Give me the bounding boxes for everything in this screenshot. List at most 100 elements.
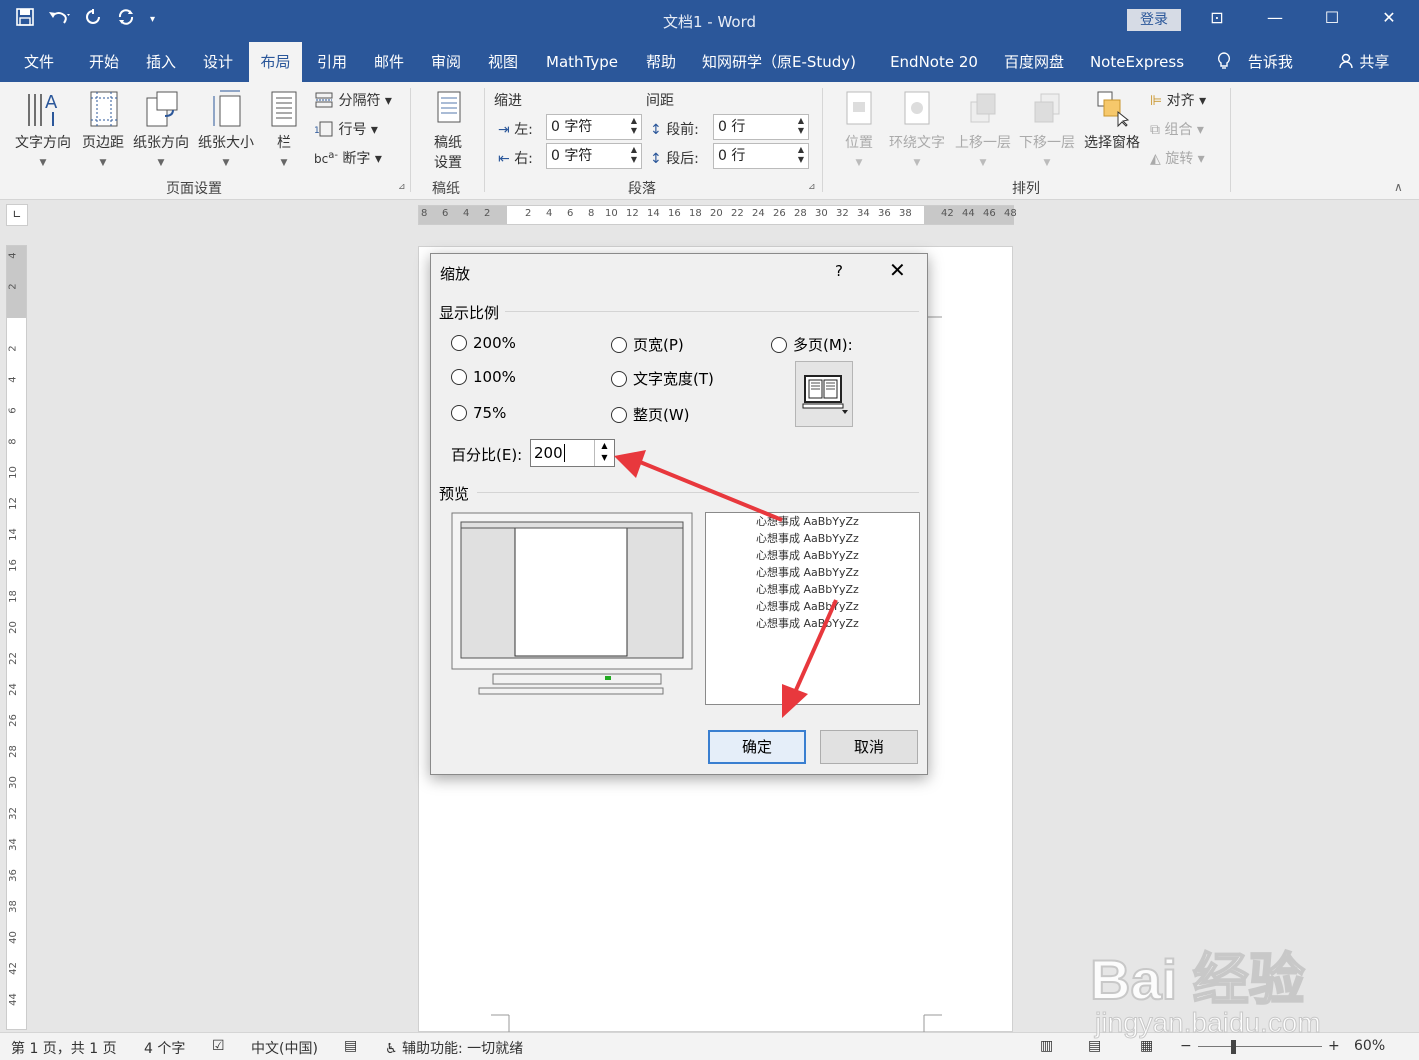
radio-text-width[interactable]: 文字宽度(T): [611, 368, 714, 389]
paragraph-launcher-icon[interactable]: ⊿: [808, 182, 816, 192]
help-icon[interactable]: ?: [835, 262, 843, 280]
radio-circle: [611, 370, 627, 387]
ruler-tick-label: 20: [710, 208, 723, 219]
maximize-button[interactable]: ☐: [1312, 8, 1352, 27]
tab-references[interactable]: 引用: [307, 42, 357, 82]
ruler-tick-label: 8: [421, 208, 428, 219]
tab-help[interactable]: 帮助: [636, 42, 686, 82]
orientation-button[interactable]: 纸张方向 ▼: [130, 88, 192, 168]
radio-75[interactable]: 75%: [451, 404, 506, 422]
spin-arrows-icon[interactable]: ▲ ▼: [631, 145, 637, 165]
percent-spinner[interactable]: ▲ ▼: [594, 440, 614, 466]
indent-left-icon: ⇥: [498, 122, 510, 138]
breaks-button[interactable]: 分隔符 ▾: [314, 90, 392, 110]
page-setup-launcher-icon[interactable]: ⊿: [398, 182, 406, 192]
tab-stop-selector[interactable]: ∟: [6, 204, 28, 226]
radio-100[interactable]: 100%: [451, 368, 516, 386]
ok-button[interactable]: 确定: [708, 730, 806, 764]
tab-layout[interactable]: 布局: [249, 42, 302, 82]
spin-down-icon[interactable]: ▼: [601, 453, 607, 462]
ruler-tick-label: 6: [7, 407, 19, 414]
tab-mathtype[interactable]: MathType: [538, 42, 626, 82]
spin-arrows-icon[interactable]: ▲ ▼: [798, 145, 804, 165]
radio-200[interactable]: 200%: [451, 334, 516, 352]
monitor-icon: [802, 375, 848, 414]
spin-up-icon[interactable]: ▲: [601, 441, 607, 450]
spin-arrows-icon[interactable]: ▲ ▼: [631, 116, 637, 136]
many-pages-picker-button[interactable]: [795, 361, 853, 427]
tab-noteexpress[interactable]: NoteExpress: [1084, 42, 1190, 82]
bring-forward-button[interactable]: 上移一层 ▼: [952, 88, 1014, 168]
ruler-tick-label: 22: [7, 652, 19, 665]
percent-input[interactable]: 200 ▲ ▼: [530, 439, 615, 467]
send-backward-button[interactable]: 下移一层 ▼: [1016, 88, 1078, 168]
tab-review[interactable]: 审阅: [421, 42, 471, 82]
word-count[interactable]: 4 个字: [144, 1038, 185, 1058]
ruler-tick-label: 8: [7, 438, 19, 445]
tab-mailings[interactable]: 邮件: [364, 42, 414, 82]
align-button[interactable]: ⊫ 对齐 ▾: [1150, 90, 1206, 110]
tab-home[interactable]: 开始: [78, 42, 130, 82]
indent-left-input[interactable]: 0 字符 ▲ ▼: [546, 114, 642, 140]
collapse-ribbon-icon[interactable]: ∧: [1394, 180, 1403, 194]
selection-pane-icon: [1094, 88, 1130, 128]
tab-view[interactable]: 视图: [478, 42, 528, 82]
read-mode-icon[interactable]: ▥: [1040, 1038, 1053, 1054]
radio-page-width[interactable]: 页宽(P): [611, 334, 684, 355]
share-button[interactable]: 共享: [1332, 42, 1396, 82]
tell-me-search[interactable]: 告诉我: [1210, 42, 1300, 82]
group-label-draft: 稿纸: [432, 181, 460, 197]
margins-button[interactable]: 页边距 ▼: [78, 88, 128, 168]
tab-file[interactable]: 文件: [14, 42, 64, 82]
spacing-after-value: 0 行: [718, 148, 746, 164]
wrap-text-button[interactable]: 环绕文字 ▼: [886, 88, 948, 168]
tab-endnote[interactable]: EndNote 20: [884, 42, 984, 82]
minimize-button[interactable]: —: [1255, 8, 1295, 27]
rotate-button[interactable]: ◭ 旋转 ▾: [1150, 148, 1205, 168]
horizontal-ruler[interactable]: 8642 2 4 6 8 10 12 14 16 18 20 22 24 26 28 30 32 34 36 38 4…: [418, 205, 1017, 225]
hyphenation-button[interactable]: bca- 断字 ▾: [314, 148, 382, 168]
tab-baidu-netdisk[interactable]: 百度网盘: [998, 42, 1070, 82]
lightbulb-icon: [1217, 52, 1236, 71]
accessibility-status[interactable]: ♿ 辅助功能: 一切就绪: [385, 1038, 523, 1058]
language[interactable]: 中文(中国): [251, 1038, 318, 1058]
selection-pane-button[interactable]: 选择窗格: [1080, 88, 1144, 152]
section-divider: [505, 311, 919, 312]
accessibility-label: 辅助功能: 一切就绪: [402, 1041, 524, 1057]
radio-circle: [451, 369, 467, 385]
vertical-ruler[interactable]: 42 2 4 6 8 10 12 14 16 18 20 22 24 26 28 30 32 34 36 38 40 4…: [6, 245, 27, 1030]
radio-whole-page[interactable]: 整页(W): [611, 404, 690, 425]
spacing-after-input[interactable]: 0 行 ▲ ▼: [713, 143, 809, 169]
watermark-logo-text: Bai 经验: [1089, 947, 1306, 1012]
close-icon[interactable]: ✕: [889, 258, 906, 282]
login-button[interactable]: 登录: [1127, 9, 1181, 31]
zoom-slider[interactable]: [1198, 1046, 1322, 1047]
group-objects-button[interactable]: ⧉ 组合 ▾: [1150, 119, 1204, 139]
spacing-before-value: 0 行: [718, 119, 746, 135]
radio-many-pages[interactable]: 多页(M):: [771, 334, 853, 355]
spin-arrows-icon[interactable]: ▲ ▼: [798, 116, 804, 136]
indent-right-input[interactable]: 0 字符 ▲ ▼: [546, 143, 642, 169]
line-numbers-button[interactable]: 1 行号 ▾: [314, 119, 378, 139]
proofing-icon[interactable]: ☑: [212, 1038, 225, 1054]
tab-cnki[interactable]: 知网研学（原E-Study): [698, 42, 860, 82]
ruler-tick-label: 12: [626, 208, 639, 219]
ribbon-display-options-icon[interactable]: ⊡: [1197, 8, 1237, 27]
page-count[interactable]: 第 1 页，共 1 页: [11, 1038, 117, 1058]
macro-record-icon[interactable]: ▤: [344, 1038, 357, 1054]
close-window-button[interactable]: ✕: [1369, 8, 1409, 27]
spacing-before-input[interactable]: 0 行 ▲ ▼: [713, 114, 809, 140]
position-button[interactable]: 位置 ▼: [838, 88, 880, 168]
ruler-tick-label: 4: [7, 252, 19, 259]
columns-button[interactable]: 栏 ▼: [266, 88, 302, 168]
ruler-tick-label: 38: [7, 900, 19, 913]
preview-line: 心想事成 AaBbYyZz: [756, 583, 859, 596]
paper-size-button[interactable]: 纸张大小 ▼: [195, 88, 257, 168]
ruler-tick-label: 26: [7, 714, 19, 727]
draft-settings-button[interactable]: 稿纸 设置: [424, 88, 472, 172]
cancel-button[interactable]: 取消: [820, 730, 918, 764]
radio-text-width-label: 文字宽度(T): [633, 370, 714, 388]
tab-insert[interactable]: 插入: [136, 42, 186, 82]
tab-design[interactable]: 设计: [193, 42, 243, 82]
text-direction-button[interactable]: A 文字方向 ▼: [12, 88, 74, 168]
